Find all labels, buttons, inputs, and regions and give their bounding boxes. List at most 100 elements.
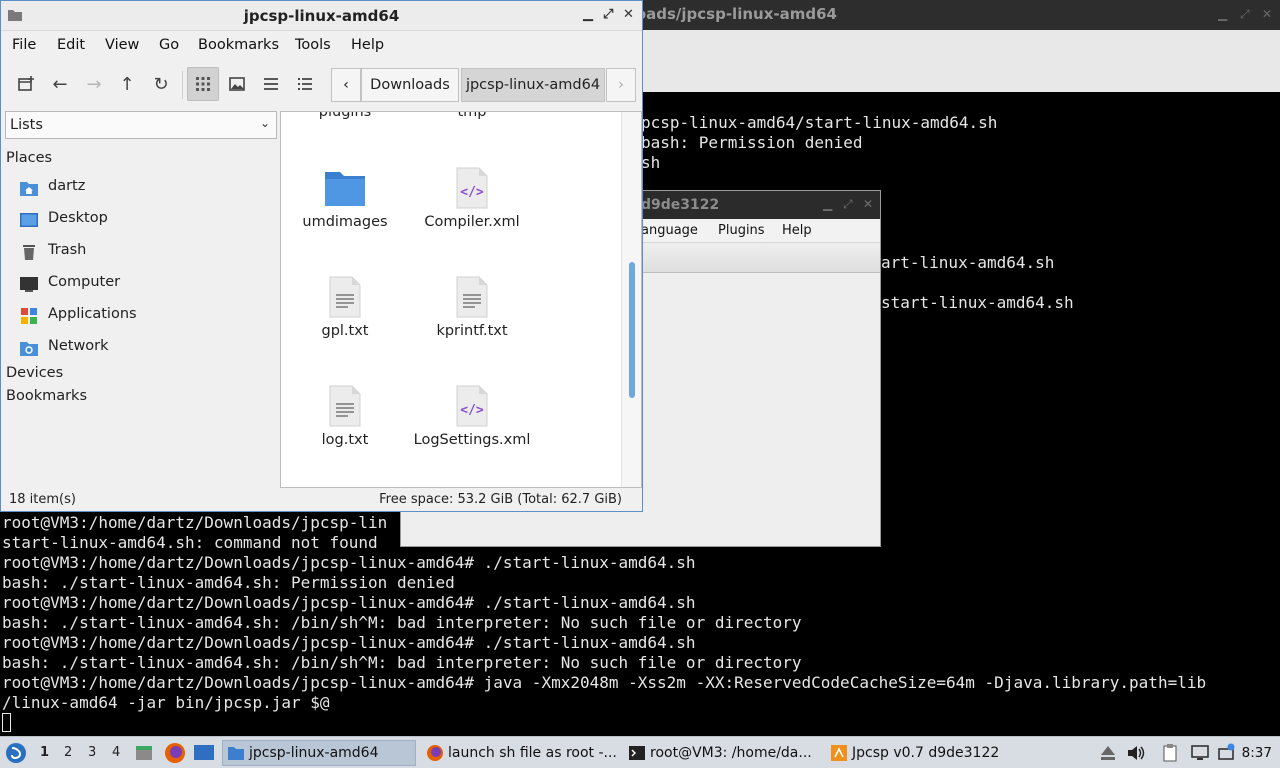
home-folder-icon: [20, 182, 38, 196]
icon-view-button[interactable]: [187, 67, 219, 101]
file-item[interactable]: kprintf.txt: [407, 275, 537, 375]
free-space: Free space: 53.2 GiB (Total: 62.7 GiB): [379, 492, 622, 507]
status-bar: 18 item(s) Free space: 53.2 GiB (Total: …: [1, 488, 642, 512]
display-icon[interactable]: [1190, 743, 1210, 763]
sidebar-item-applications[interactable]: Applications: [19, 303, 274, 329]
file-item[interactable]: umdimages: [281, 166, 410, 266]
menu-help[interactable]: Help: [782, 223, 812, 238]
grid-icon: [196, 77, 210, 91]
workspace-3[interactable]: 3: [88, 745, 96, 760]
menu-language[interactable]: anguage: [641, 223, 698, 238]
terminal-line: /linux-amd64 -jar bin/jpcsp.jar $@: [2, 693, 330, 712]
sidebar-item-dartz[interactable]: dartz: [19, 175, 274, 201]
menu-help[interactable]: Help: [351, 37, 384, 53]
sidebar-item-trash[interactable]: Trash: [19, 239, 274, 265]
svg-text:</>: </>: [460, 185, 484, 200]
menu-tools[interactable]: Tools: [295, 37, 331, 53]
up-button[interactable]: ↑: [111, 67, 143, 101]
workspace-1[interactable]: 1: [40, 745, 49, 760]
file-item[interactable]: gpl.txt: [281, 275, 410, 375]
sidebar-item-desktop[interactable]: Desktop: [19, 207, 274, 233]
terminal-line: bash: Permission denied: [641, 133, 863, 152]
reload-button[interactable]: ↻: [145, 67, 177, 101]
task-terminal[interactable]: root@VM3: /home/da...: [624, 740, 820, 766]
eject-icon[interactable]: [1098, 743, 1118, 763]
compact-view-button[interactable]: [255, 67, 287, 101]
clipboard-icon[interactable]: [1160, 743, 1180, 763]
close-icon[interactable]: ✕: [623, 7, 634, 22]
computer-icon: [20, 277, 38, 292]
sidebar-item-network[interactable]: Network: [19, 335, 274, 361]
menu-file[interactable]: File: [12, 37, 36, 53]
terminal-line: root@VM3:/home/dartz/Downloads/jpcsp-lin…: [2, 633, 696, 652]
item-count: 18 item(s): [9, 492, 76, 507]
menu-view[interactable]: View: [105, 37, 139, 53]
minimize-icon[interactable]: ▁: [583, 7, 593, 22]
devices-header[interactable]: Devices: [6, 365, 63, 381]
maximize-icon[interactable]: ⤢: [843, 197, 853, 212]
volume-icon[interactable]: [1126, 743, 1146, 763]
sidebar-mode-select[interactable]: Lists ⌄: [5, 111, 277, 139]
new-tab-button[interactable]: [10, 67, 42, 101]
close-icon[interactable]: ✕: [1262, 7, 1272, 21]
scrollbar[interactable]: [621, 112, 641, 487]
file-manager-launcher-icon[interactable]: [134, 743, 154, 763]
sidebar-mode-value: Lists: [10, 117, 43, 133]
maximize-icon[interactable]: ⤢: [1240, 7, 1250, 22]
file-manager-titlebar[interactable]: jpcsp-linux-amd64 ▁ ⤢ ✕: [1, 1, 642, 31]
folder-icon: [325, 172, 365, 206]
breadcrumb-scroll-right[interactable]: ›: [606, 68, 636, 102]
thumbnail-view-button[interactable]: [221, 67, 253, 101]
start-menu-icon[interactable]: [5, 742, 27, 764]
terminal-title: nloads/jpcsp-linux-amd64: [620, 5, 837, 23]
clock[interactable]: 8:37: [1242, 745, 1272, 761]
desktop-icon: [20, 213, 38, 227]
firefox-icon: [427, 745, 443, 761]
detailed-view-button[interactable]: [289, 67, 321, 101]
file-item[interactable]: plugins: [281, 112, 410, 156]
file-item[interactable]: tmp: [407, 112, 537, 156]
text-file-icon: [329, 276, 361, 318]
terminal-line: start-linux-amd64.sh: command not found: [2, 533, 378, 552]
trash-icon: [23, 245, 35, 260]
show-desktop-icon[interactable]: [193, 743, 215, 763]
menu-plugins[interactable]: Plugins: [718, 223, 765, 238]
menu-go[interactable]: Go: [159, 37, 179, 53]
task-file-manager[interactable]: jpcsp-linux-amd64: [222, 740, 416, 766]
window-title: jpcsp-linux-amd64: [243, 7, 400, 25]
menu-bookmarks[interactable]: Bookmarks: [198, 37, 279, 53]
file-item[interactable]: </> Compiler.xml: [407, 166, 537, 266]
minimize-icon[interactable]: ▁: [1218, 7, 1227, 21]
minimize-icon[interactable]: ▁: [823, 197, 832, 211]
file-item[interactable]: log.txt: [281, 384, 410, 484]
arrow-right-icon: →: [86, 73, 102, 95]
back-button[interactable]: ←: [44, 67, 76, 101]
scrollbar-thumb[interactable]: [629, 262, 635, 398]
terminal-icon: [629, 746, 645, 760]
workspace-4[interactable]: 4: [112, 745, 120, 760]
jpcsp-title: d9de3122: [641, 197, 720, 213]
breadcrumb-downloads[interactable]: Downloads: [361, 68, 459, 102]
file-view[interactable]: plugins tmp umdimages </> Compiler.xml g…: [280, 111, 642, 488]
firefox-launcher-icon[interactable]: [164, 742, 186, 764]
close-icon[interactable]: ✕: [863, 197, 873, 211]
bookmarks-header[interactable]: Bookmarks: [6, 388, 87, 404]
breadcrumb-scroll-left[interactable]: ‹: [331, 68, 361, 102]
workspace-2[interactable]: 2: [64, 745, 72, 760]
file-manager-window[interactable]: jpcsp-linux-amd64 ▁ ⤢ ✕ File Edit View G…: [0, 0, 643, 512]
reload-icon: ↻: [153, 73, 169, 95]
maximize-icon[interactable]: ⤢: [603, 7, 613, 22]
terminal-line: root@VM3:/home/dartz/Downloads/jpcsp-lin…: [2, 553, 696, 572]
network-icon: [20, 342, 38, 356]
terminal-line: bash: ./start-linux-amd64.sh: Permission…: [2, 573, 455, 592]
sidebar-item-computer[interactable]: Computer: [19, 271, 274, 297]
task-jpcsp[interactable]: Jpcsp v0.7 d9de3122: [826, 740, 1022, 766]
network-status-icon[interactable]: [1216, 743, 1236, 763]
task-firefox[interactable]: launch sh file as root -...: [422, 740, 618, 766]
menu-edit[interactable]: Edit: [57, 37, 85, 53]
breadcrumb-current[interactable]: jpcsp-linux-amd64: [461, 68, 605, 102]
terminal-line: bash: ./start-linux-amd64.sh: /bin/sh^M:…: [2, 613, 802, 632]
file-item[interactable]: </> LogSettings.xml: [407, 384, 537, 484]
forward-button[interactable]: →: [78, 67, 110, 101]
text-file-icon: [456, 276, 488, 318]
